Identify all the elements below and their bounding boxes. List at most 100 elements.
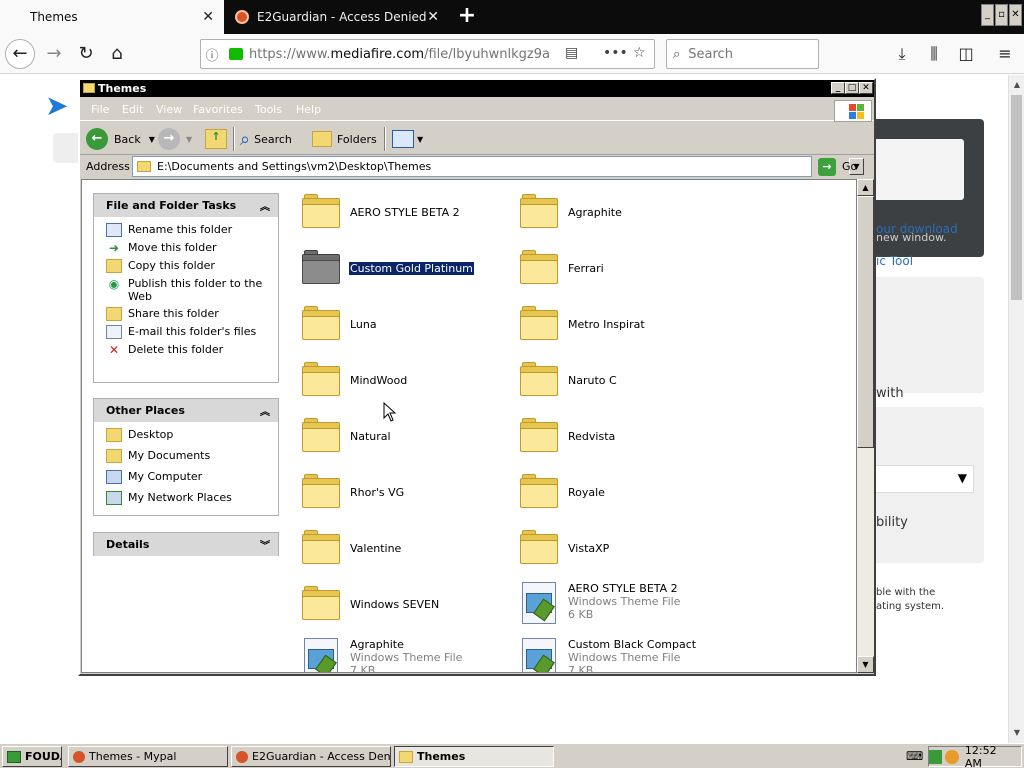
collapse-chevron-icon[interactable]: ︽ (260, 403, 270, 418)
folder-item[interactable]: MindWood (294, 354, 504, 402)
forward-button[interactable]: → ▼ (158, 127, 192, 151)
menu-help[interactable]: Help (296, 103, 321, 116)
panel-header[interactable]: File and Folder Tasks ︽ (94, 194, 278, 217)
scroll-up-icon[interactable]: ▲ (857, 179, 874, 196)
folder-item[interactable]: Agraphite (512, 186, 722, 234)
go-button[interactable]: → Go (818, 157, 868, 176)
task-move[interactable]: ➜ Move this folder (106, 241, 274, 255)
toolbar-separator (233, 127, 235, 151)
menu-favorites[interactable]: Favorites (193, 103, 243, 116)
scroll-up-icon[interactable]: ▲ (1009, 77, 1024, 93)
reload-icon[interactable]: ↻ (72, 40, 100, 68)
panel-header[interactable]: Details ︾ (94, 533, 278, 556)
tab-close-icon[interactable]: ✕ (202, 9, 214, 25)
os-select[interactable]: ▼ (860, 465, 974, 493)
restore-icon[interactable]: ▫ (995, 4, 1008, 26)
scroll-down-icon[interactable]: ▼ (1009, 725, 1024, 741)
folder-item[interactable]: Custom Gold Platinum (294, 242, 504, 290)
folder-item[interactable]: Metro Inspirat (512, 298, 722, 346)
address-input[interactable]: E:\Documents and Settings\vm2\Desktop\Th… (132, 156, 864, 177)
task-share[interactable]: Share this folder (106, 307, 274, 321)
folder-item[interactable]: Naruto C (512, 354, 722, 402)
search-input[interactable] (688, 46, 809, 62)
up-folder-button[interactable]: ↑ (205, 127, 227, 151)
task-email[interactable]: E-mail this folder's files (106, 325, 274, 339)
folder-item[interactable]: AERO STYLE BETA 2 (294, 186, 504, 234)
info-icon[interactable]: ⓘ (201, 45, 223, 64)
expand-chevron-icon[interactable]: ︾ (260, 537, 270, 552)
taskbar-item-e2guardian[interactable]: E2Guardian - Access Deni... (231, 746, 391, 767)
folder-item[interactable]: Luna (294, 298, 504, 346)
chevron-down-icon[interactable]: ▼ (149, 135, 155, 144)
scroll-thumb[interactable] (857, 196, 874, 448)
views-button[interactable]: ▼ (392, 127, 423, 151)
theme-file-item[interactable]: Agraphite Windows Theme File 7 KB (294, 634, 504, 672)
url-text[interactable]: https://www.mediafire.com/file/lbyuhwnlk… (249, 47, 549, 62)
taskbar-item-mypal[interactable]: Themes - Mypal (68, 746, 228, 767)
copy-icon (106, 259, 122, 273)
hamburger-menu-icon[interactable]: ≡ (991, 40, 1019, 68)
menu-file[interactable]: File (91, 103, 109, 116)
tab-e2guardian[interactable]: E2Guardian - Access Denied ✕ (225, 0, 449, 34)
menu-view[interactable]: View (156, 103, 182, 116)
tab-close-icon[interactable]: ✕ (427, 9, 439, 25)
explorer-scrollbar[interactable]: ▲ ▼ (857, 179, 874, 673)
minimize-icon[interactable]: _ (831, 82, 845, 94)
folders-button[interactable]: Folders (312, 127, 377, 151)
place-my-network[interactable]: My Network Places (106, 491, 274, 505)
folder-item[interactable]: Rhor's VG (294, 466, 504, 514)
minimize-icon[interactable]: _ (981, 4, 994, 26)
tab-title: E2Guardian - Access Denied (257, 10, 427, 24)
theme-file-item[interactable]: AERO STYLE BETA 2 Windows Theme File 6 KB (512, 578, 722, 626)
menu-edit[interactable]: Edit (122, 103, 143, 116)
scroll-down-icon[interactable]: ▼ (857, 656, 874, 673)
folder-item[interactable]: Royale (512, 466, 722, 514)
panel-header[interactable]: Other Places ︽ (94, 399, 278, 422)
window-title-bar[interactable]: Themes _ □ ✕ (80, 80, 874, 97)
tray-app-icon[interactable] (929, 749, 943, 764)
bookmark-star-icon[interactable]: ☆ (633, 45, 646, 61)
tool-link[interactable]: ic Tool (876, 254, 913, 268)
folder-item[interactable]: Valentine (294, 522, 504, 570)
theme-file-item[interactable]: Custom Black Compact Windows Theme File 7 … (512, 634, 722, 672)
maximize-icon[interactable]: □ (845, 82, 859, 94)
keyboard-icon[interactable]: ⌨ (906, 749, 923, 763)
tab-themes[interactable]: Themes ✕ (0, 0, 224, 34)
place-desktop[interactable]: Desktop (106, 428, 274, 442)
start-button[interactable]: FOUDA (2, 746, 62, 767)
forward-arrow-icon[interactable]: → (40, 40, 68, 68)
collapse-chevron-icon[interactable]: ︽ (260, 198, 270, 213)
folder-item[interactable]: VistaXP (512, 522, 722, 570)
page-scrollbar[interactable]: ▲ ▼ (1008, 75, 1024, 743)
page-actions-icon[interactable]: ••• (603, 45, 628, 61)
back-button[interactable]: ← Back ▼ (86, 127, 155, 151)
task-publish[interactable]: ◉ Publish this folder to the Web (106, 277, 274, 303)
menu-tools[interactable]: Tools (255, 103, 282, 116)
file-name: AERO STYLE BETA 2 (568, 582, 678, 595)
close-icon[interactable]: ✕ (859, 82, 873, 94)
tray-network-icon[interactable] (945, 749, 959, 764)
folder-item[interactable]: Natural (294, 410, 504, 458)
home-icon[interactable]: ⌂ (103, 40, 131, 68)
folder-item[interactable]: Ferrari (512, 242, 722, 290)
close-icon[interactable]: ✕ (1009, 4, 1022, 26)
library-icon[interactable]: ⫼ (920, 40, 948, 68)
task-delete[interactable]: ✕ Delete this folder (106, 343, 274, 357)
url-bar[interactable]: ⓘ https://www.mediafire.com/file/lbyuhwn… (200, 39, 655, 69)
folder-item[interactable]: Redvista (512, 410, 722, 458)
place-my-computer[interactable]: My Computer (106, 470, 274, 484)
search-button[interactable]: ⌕ Search (240, 127, 292, 151)
back-arrow-icon: ← (86, 128, 108, 150)
task-rename[interactable]: Rename this folder (106, 223, 274, 237)
place-my-documents[interactable]: My Documents (106, 449, 274, 463)
search-bar[interactable]: ⌕ (666, 39, 819, 69)
page-scroll-thumb[interactable] (1011, 95, 1022, 300)
back-arrow-icon[interactable]: ← (5, 39, 35, 69)
taskbar-item-themes[interactable]: Themes (394, 746, 554, 767)
task-copy[interactable]: Copy this folder (106, 259, 274, 273)
reader-view-icon[interactable]: ▤ (565, 45, 578, 61)
sidebar-icon[interactable]: ◫ (952, 40, 980, 68)
new-tab-plus-icon[interactable]: + (455, 3, 479, 28)
folder-item[interactable]: Windows SEVEN (294, 578, 504, 626)
download-icon[interactable]: ⤓ (888, 40, 916, 68)
